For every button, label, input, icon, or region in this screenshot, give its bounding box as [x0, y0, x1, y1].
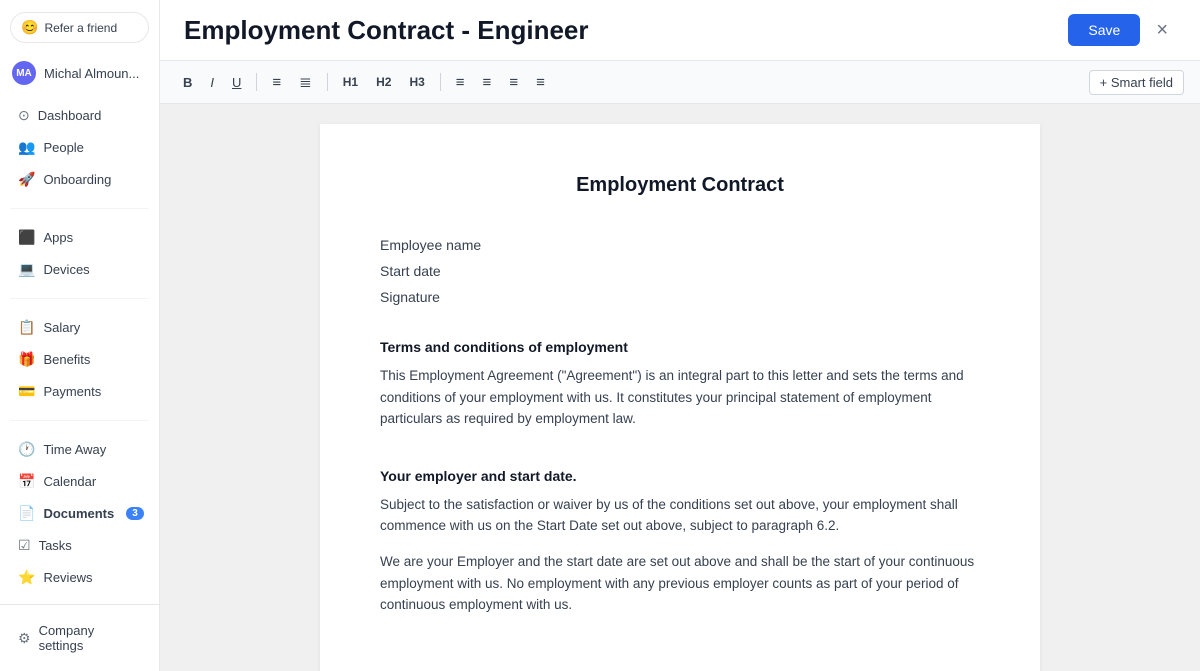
italic-button[interactable]: I	[203, 71, 221, 94]
sidebar-item-company-settings[interactable]: ⚙ Company settings	[4, 616, 155, 660]
documents-icon: 📄	[18, 505, 35, 522]
sidebar-item-label: Payments	[43, 384, 101, 399]
sidebar-item-onboarding[interactable]: 🚀 Onboarding	[4, 164, 155, 195]
doc-section-title-1: Your employer and start date.	[380, 468, 980, 484]
tasks-icon: ☑	[18, 537, 31, 554]
save-button[interactable]: Save	[1068, 14, 1140, 46]
doc-section-title-0: Terms and conditions of employment	[380, 339, 980, 355]
doc-title: Employment Contract - Engineer	[184, 15, 1068, 46]
nav-section-time: 🕐 Time Away 📅 Calendar 📄 Documents 3 ☑ T…	[0, 427, 159, 600]
payments-icon: 💳	[18, 383, 35, 400]
onboarding-icon: 🚀	[18, 171, 35, 188]
header-actions: Save ×	[1068, 14, 1176, 46]
refer-label: Refer a friend	[44, 21, 117, 35]
close-button[interactable]: ×	[1148, 15, 1176, 46]
toolbar-separator-3	[440, 73, 441, 91]
doc-header: Employment Contract - Engineer Save ×	[160, 0, 1200, 61]
sidebar-item-calendar[interactable]: 📅 Calendar	[4, 466, 155, 497]
sidebar: 😊 Refer a friend MA Michal Almoun... ⊙ D…	[0, 0, 160, 671]
doc-main-title: Employment Contract	[380, 174, 980, 197]
doc-para-1-0: Subject to the satisfaction or waiver by…	[380, 494, 980, 537]
sidebar-item-apps[interactable]: ⬛ Apps	[4, 222, 155, 253]
main-content: Employment Contract - Engineer Save × B …	[160, 0, 1200, 671]
nav-divider-2	[10, 298, 149, 299]
sidebar-item-devices[interactable]: 💻 Devices	[4, 254, 155, 285]
time-away-icon: 🕐	[18, 441, 35, 458]
doc-paper: Employment Contract Employee name Start …	[320, 124, 1040, 671]
sidebar-item-time-away[interactable]: 🕐 Time Away	[4, 434, 155, 465]
sidebar-item-salary[interactable]: 📋 Salary	[4, 312, 155, 343]
justify-button[interactable]: ≡	[529, 70, 552, 95]
doc-para-0-0: This Employment Agreement ("Agreement") …	[380, 365, 980, 430]
smart-field-button[interactable]: + Smart field	[1089, 70, 1184, 95]
refer-icon: 😊	[21, 19, 38, 36]
sidebar-item-label: Apps	[43, 230, 73, 245]
user-name: Michal Almoun...	[44, 66, 139, 81]
doc-field-start-date: Start date	[380, 263, 980, 279]
sidebar-item-documents[interactable]: 📄 Documents 3	[4, 498, 155, 529]
h3-button[interactable]: H3	[402, 71, 431, 93]
formatting-toolbar: B I U ≡ ≣ H1 H2 H3 ≡ ≡ ≡ ≡ + Smart field	[160, 61, 1200, 104]
dashboard-icon: ⊙	[18, 107, 30, 124]
ordered-list-button[interactable]: ≡	[265, 70, 288, 95]
settings-icon: ⚙	[18, 630, 31, 647]
sidebar-item-label: Calendar	[43, 474, 96, 489]
salary-icon: 📋	[18, 319, 35, 336]
sidebar-item-benefits[interactable]: 🎁 Benefits	[4, 344, 155, 375]
people-icon: 👥	[18, 139, 35, 156]
sidebar-item-label: Salary	[43, 320, 80, 335]
doc-gap-2	[380, 444, 980, 468]
sidebar-item-label: Benefits	[43, 352, 90, 367]
align-center-button[interactable]: ≡	[476, 70, 499, 95]
documents-badge: 3	[126, 507, 144, 520]
sidebar-item-label: Company settings	[39, 623, 141, 653]
sidebar-bottom: ⚙ Company settings	[0, 604, 159, 671]
sidebar-item-label: Devices	[43, 262, 89, 277]
sidebar-item-reviews[interactable]: ⭐ Reviews	[4, 562, 155, 593]
devices-icon: 💻	[18, 261, 35, 278]
sidebar-item-label: Tasks	[39, 538, 72, 553]
h2-button[interactable]: H2	[369, 71, 398, 93]
sidebar-item-label: Dashboard	[38, 108, 102, 123]
doc-field-employee: Employee name	[380, 237, 980, 253]
sidebar-item-label: People	[43, 140, 83, 155]
underline-button[interactable]: U	[225, 71, 248, 94]
nav-section-main: ⊙ Dashboard 👥 People 🚀 Onboarding	[0, 93, 159, 202]
doc-para-1-1: We are your Employer and the start date …	[380, 551, 980, 616]
sidebar-item-label: Onboarding	[43, 172, 111, 187]
sidebar-item-label: Documents	[43, 506, 114, 521]
toolbar-separator-1	[256, 73, 257, 91]
sidebar-item-payments[interactable]: 💳 Payments	[4, 376, 155, 407]
doc-area: Employment Contract Employee name Start …	[160, 104, 1200, 671]
nav-section-apps: ⬛ Apps 💻 Devices	[0, 215, 159, 292]
sidebar-item-dashboard[interactable]: ⊙ Dashboard	[4, 100, 155, 131]
nav-section-finance: 📋 Salary 🎁 Benefits 💳 Payments	[0, 305, 159, 414]
benefits-icon: 🎁	[18, 351, 35, 368]
sidebar-item-tasks[interactable]: ☑ Tasks	[4, 530, 155, 561]
apps-icon: ⬛	[18, 229, 35, 246]
doc-gap-1	[380, 315, 980, 339]
nav-divider-3	[10, 420, 149, 421]
sidebar-item-label: Time Away	[43, 442, 106, 457]
calendar-icon: 📅	[18, 473, 35, 490]
align-left-button[interactable]: ≡	[449, 70, 472, 95]
sidebar-item-label: Reviews	[43, 570, 92, 585]
avatar: MA	[12, 61, 36, 85]
bold-button[interactable]: B	[176, 71, 199, 94]
refer-friend-button[interactable]: 😊 Refer a friend	[10, 12, 149, 43]
unordered-list-button[interactable]: ≣	[292, 69, 319, 95]
reviews-icon: ⭐	[18, 569, 35, 586]
nav-divider-1	[10, 208, 149, 209]
align-right-button[interactable]: ≡	[502, 70, 525, 95]
user-row: MA Michal Almoun...	[0, 53, 159, 93]
doc-field-signature: Signature	[380, 289, 980, 305]
toolbar-separator-2	[327, 73, 328, 91]
sidebar-item-people[interactable]: 👥 People	[4, 132, 155, 163]
h1-button[interactable]: H1	[336, 71, 365, 93]
